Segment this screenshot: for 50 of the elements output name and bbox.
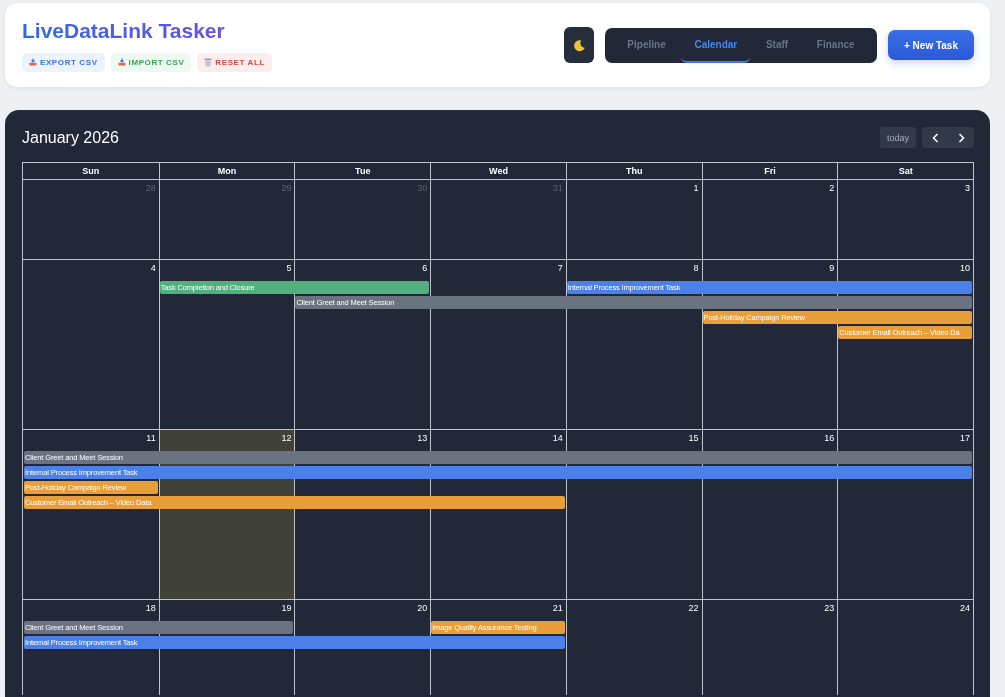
view-tab[interactable]: Finance bbox=[803, 27, 868, 63]
day-number: 17 bbox=[959, 432, 971, 443]
day-number: 7 bbox=[557, 262, 564, 273]
today-button[interactable]: today bbox=[879, 127, 916, 148]
new-task-button[interactable]: + New Task bbox=[888, 30, 974, 60]
chevron-right-icon bbox=[957, 132, 965, 143]
day-number: 9 bbox=[829, 262, 836, 273]
chevron-left-icon bbox=[931, 132, 939, 143]
export-button[interactable]: EXPORT CSV bbox=[22, 52, 105, 72]
day-number: 29 bbox=[281, 182, 293, 193]
weekday-header: Fri bbox=[701, 163, 838, 179]
weekday-header: Sun bbox=[81, 165, 101, 178]
weekday-header: Wed bbox=[430, 163, 566, 179]
day-number: 14 bbox=[552, 432, 564, 443]
day-number: 21 bbox=[552, 602, 564, 613]
day-number: 5 bbox=[286, 262, 293, 273]
day-number: 20 bbox=[417, 602, 429, 613]
weekday-header: Thu bbox=[565, 163, 702, 179]
weekday-header: Tue bbox=[294, 163, 431, 179]
view-tab[interactable]: Staff bbox=[752, 27, 802, 63]
day-number: 15 bbox=[688, 432, 700, 443]
day-number: 19 bbox=[281, 602, 293, 613]
day-number: 8 bbox=[693, 262, 700, 273]
day-number: 2 bbox=[829, 182, 836, 193]
day-number: 16 bbox=[824, 432, 836, 443]
weekday-header: Sat bbox=[837, 163, 973, 179]
day-number: 3 bbox=[964, 182, 971, 193]
day-number: 1 bbox=[693, 182, 700, 193]
reset-button[interactable]: RESET ALL bbox=[197, 52, 272, 72]
tray-arrow-icon bbox=[29, 58, 37, 66]
tray-arrow-icon bbox=[117, 58, 126, 66]
import-button[interactable]: IMPORT CSV bbox=[110, 52, 192, 72]
day-number: 6 bbox=[422, 262, 429, 273]
moon-icon bbox=[572, 38, 586, 52]
day-number: 10 bbox=[959, 262, 971, 273]
day-number: 13 bbox=[417, 432, 429, 443]
view-tab[interactable]: Pipeline bbox=[614, 27, 679, 63]
trash-icon bbox=[204, 57, 213, 67]
day-number: 18 bbox=[145, 602, 157, 613]
day-number: 24 bbox=[959, 602, 971, 613]
month-title: January 2026 bbox=[22, 128, 119, 147]
theme-toggle-button[interactable] bbox=[564, 27, 594, 63]
day-number: 4 bbox=[150, 262, 157, 273]
day-number: 12 bbox=[281, 432, 293, 443]
day-number: 31 bbox=[552, 182, 564, 193]
day-number: 23 bbox=[824, 602, 836, 613]
day-number: 22 bbox=[688, 602, 700, 613]
weekday-header: Mon bbox=[158, 163, 295, 179]
day-number: 11 bbox=[146, 432, 157, 443]
view-tab[interactable]: Calendar bbox=[681, 27, 751, 63]
